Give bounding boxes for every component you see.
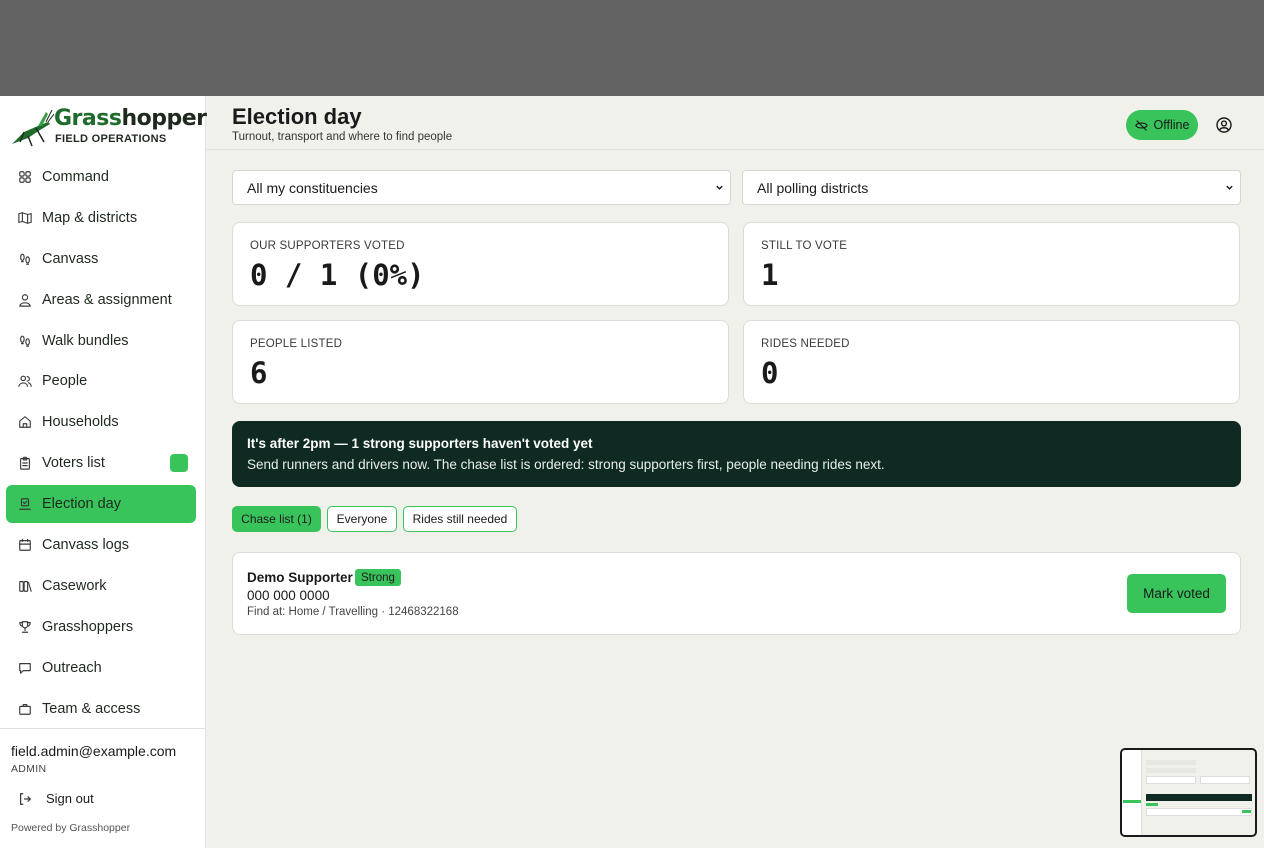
sidebar-item-team-access[interactable]: Team & access	[6, 690, 196, 728]
message-icon	[19, 662, 31, 674]
powered-by: Powered by Grasshopper	[11, 822, 131, 834]
sidebar-item-label: Team & access	[42, 700, 141, 717]
offline-eye-icon	[1134, 119, 1148, 131]
sidebar-item-canvass[interactable]: Canvass	[6, 240, 196, 278]
brand-tagline: FIELD OPERATIONS	[55, 133, 167, 145]
status-badge	[170, 454, 188, 473]
tab-label: Chase list (1)	[241, 512, 312, 526]
user-email: field.admin@example.com	[11, 743, 177, 759]
sidebar-item-outreach[interactable]: Outreach	[6, 649, 196, 687]
sidebar-item-label: Households	[42, 414, 119, 431]
sidebar-item-map-districts[interactable]: Map & districts	[6, 199, 196, 237]
sidebar-item-label: Election day	[42, 496, 121, 513]
sidebar-item-people[interactable]: People	[6, 362, 196, 400]
sidebar-item-voters-list[interactable]: Voters list	[6, 444, 196, 482]
thumbnail-content	[1122, 750, 1255, 835]
tab-rides-still-needed[interactable]: Rides still needed	[403, 506, 517, 532]
logout-icon	[20, 792, 32, 805]
person-row: Demo Supporter Strong 000 000 0000 Find …	[232, 552, 1241, 635]
stat-value: 1	[761, 258, 779, 292]
mark-voted-button[interactable]: Mark voted	[1127, 574, 1226, 613]
users-icon	[18, 376, 32, 388]
briefcase-icon	[19, 703, 31, 715]
screen-preview-thumbnail[interactable]	[1120, 748, 1257, 837]
grasshopper-logo-icon	[12, 109, 54, 147]
sidebar-item-label: Voters list	[42, 455, 105, 472]
brand-logo[interactable]: Grasshopper FIELD OPERATIONS	[10, 104, 207, 148]
offline-status-button[interactable]: Offline	[1126, 110, 1198, 140]
grid-icon	[19, 171, 31, 183]
clipboard-icon	[20, 456, 30, 470]
sidebar-item-label: People	[42, 373, 88, 390]
tab-chase-list[interactable]: Chase list (1)	[232, 506, 321, 532]
sidebar: Grasshopper FIELD OPERATIONS Command Map …	[0, 96, 207, 848]
chevron-down-icon	[716, 185, 723, 190]
stat-label: STILL TO VOTE	[761, 240, 848, 252]
sign-out-button[interactable]: Sign out	[18, 791, 94, 806]
sidebar-item-canvass-logs[interactable]: Canvass logs	[6, 526, 196, 564]
sidebar-item-label: Canvass logs	[42, 537, 130, 554]
page-header: Election day Turnout, transport and wher…	[206, 96, 1264, 150]
account-icon[interactable]	[1216, 117, 1232, 133]
page-subtitle: Turnout, transport and where to find peo…	[232, 131, 453, 143]
sidebar-item-label: Canvass	[42, 250, 99, 267]
user-role: ADMIN	[11, 763, 47, 775]
vote-icon	[19, 498, 31, 510]
constituency-select-value: All my constituencies	[247, 179, 378, 196]
sidebar-item-label: Outreach	[42, 659, 102, 676]
home-icon	[19, 416, 31, 429]
polling-district-select[interactable]: All polling districts	[742, 170, 1241, 205]
tab-label: Everyone	[336, 512, 388, 526]
folders-icon	[19, 580, 32, 592]
chevron-down-icon	[1226, 185, 1233, 190]
page-title: Election day	[232, 104, 362, 129]
sidebar-item-election-day[interactable]: Election day	[6, 485, 196, 524]
alert-title: It's after 2pm — 1 strong supporters hav…	[247, 436, 593, 451]
sidebar-item-label: Command	[42, 169, 109, 185]
footprints-icon	[20, 335, 30, 347]
user-pin-icon	[19, 293, 31, 307]
sidebar-item-areas-assignment[interactable]: Areas & assignment	[6, 281, 196, 319]
stat-value: 0	[761, 356, 779, 390]
app-window: Grasshopper FIELD OPERATIONS Command Map …	[0, 96, 1264, 848]
sidebar-item-label: Grasshoppers	[42, 618, 134, 635]
stat-value: 6	[250, 356, 268, 390]
person-location: Find at: Home / Travelling · 12468322168	[247, 606, 459, 618]
stat-label: OUR SUPPORTERS VOTED	[250, 240, 405, 252]
stat-value: 0 / 1 (0%)	[250, 258, 425, 292]
tab-everyone[interactable]: Everyone	[327, 506, 397, 532]
sidebar-item-label: Casework	[42, 577, 107, 594]
sidebar-nav: Command Map & districts Canvass Areas & ass…	[6, 158, 196, 730]
polling-district-select-value: All polling districts	[757, 179, 869, 196]
tab-label: Rides still needed	[412, 512, 508, 526]
stat-card-rides-needed: RIDES NEEDED 0	[743, 320, 1240, 404]
stat-card-still-to-vote: STILL TO VOTE 1	[743, 222, 1240, 306]
sidebar-footer: field.admin@example.com ADMIN Sign out P…	[0, 728, 206, 848]
sidebar-item-grasshoppers[interactable]: Grasshoppers	[6, 608, 196, 646]
stat-card-people-listed: PEOPLE LISTED 6	[232, 320, 729, 404]
sidebar-item-label: Walk bundles	[42, 332, 129, 349]
trophy-icon	[19, 620, 31, 633]
person-name: Demo Supporter	[247, 570, 353, 585]
brand-name: Grasshopper	[54, 106, 207, 131]
alert-body: Send runners and drivers now. The chase …	[247, 457, 885, 472]
sidebar-item-households[interactable]: Households	[6, 403, 196, 441]
calendar-icon	[19, 538, 31, 551]
stat-card-supporters-voted: OUR SUPPORTERS VOTED 0 / 1 (0%)	[232, 222, 729, 306]
sidebar-item-label: Areas & assignment	[42, 291, 172, 308]
support-strength-badge: Strong	[355, 569, 401, 586]
sidebar-item-casework[interactable]: Casework	[6, 567, 196, 605]
chase-alert-banner: It's after 2pm — 1 strong supporters hav…	[232, 421, 1241, 487]
person-phone: 000 000 0000	[247, 588, 330, 603]
sidebar-item-command[interactable]: Command	[6, 158, 196, 196]
constituency-select[interactable]: All my constituencies	[232, 170, 731, 205]
sidebar-item-label: Map & districts	[42, 209, 138, 226]
offline-label: Offline	[1153, 118, 1190, 132]
stat-label: PEOPLE LISTED	[250, 338, 343, 350]
sidebar-item-walk-bundles[interactable]: Walk bundles	[6, 322, 196, 360]
sign-out-label: Sign out	[46, 791, 94, 806]
footprints-icon	[20, 253, 30, 265]
stat-label: RIDES NEEDED	[761, 338, 850, 350]
map-icon	[18, 212, 32, 224]
